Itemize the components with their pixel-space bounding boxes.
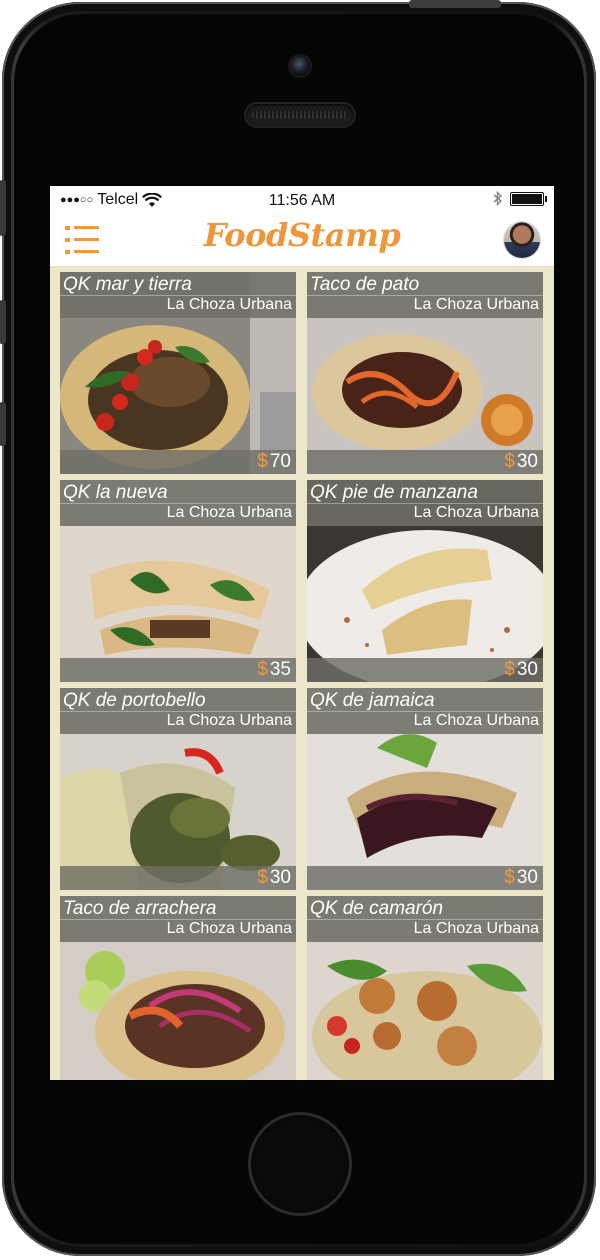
product-card[interactable]: QK de camarón La Choza Urbana [307, 896, 543, 1080]
restaurant-name: La Choza Urbana [413, 920, 539, 937]
volume-down-button [0, 402, 6, 446]
restaurant-name: La Choza Urbana [166, 296, 292, 313]
product-card[interactable]: QK mar y tierra La Choza Urbana $70 [60, 272, 296, 474]
restaurant-name: La Choza Urbana [413, 296, 539, 313]
item-price: $30 [504, 451, 538, 473]
price-bar: $70 [60, 450, 296, 474]
battery-icon [510, 191, 547, 206]
product-card[interactable]: Taco de pato La Choza Urbana $30 [307, 272, 543, 474]
status-bar: ●●●○○ Telcel 11:56 AM [50, 186, 554, 214]
currency-symbol: $ [504, 659, 515, 680]
app-logo: FoodStamp [203, 216, 401, 254]
mute-switch [0, 180, 6, 236]
item-title: QK de camarón [310, 898, 444, 919]
price-value: 30 [269, 867, 291, 888]
price-value: 30 [516, 659, 538, 680]
product-card[interactable]: QK pie de manzana La Choza Urbana $30 [307, 480, 543, 682]
item-title: Taco de pato [310, 274, 420, 295]
currency-symbol: $ [257, 659, 268, 680]
front-camera [290, 56, 310, 76]
item-title: Taco de arrachera [63, 898, 217, 919]
item-title: QK de portobello [63, 690, 206, 711]
status-time: 11:56 AM [268, 192, 336, 209]
restaurant-name: La Choza Urbana [166, 712, 292, 729]
volume-up-button [0, 300, 6, 344]
bluetooth-icon [493, 191, 502, 206]
card-header: QK la nueva La Choza Urbana [60, 480, 296, 526]
product-card[interactable]: QK de portobello La Choza Urbana $30 [60, 688, 296, 890]
card-header: QK de jamaica La Choza Urbana [307, 688, 543, 734]
price-value: 70 [269, 451, 291, 472]
restaurant-name: La Choza Urbana [413, 504, 539, 521]
card-header: QK pie de manzana La Choza Urbana [307, 480, 543, 526]
card-header: QK de camarón La Choza Urbana [307, 896, 543, 942]
item-title: QK la nueva [63, 482, 168, 503]
product-card[interactable]: QK de jamaica La Choza Urbana $30 [307, 688, 543, 890]
item-title: QK pie de manzana [310, 482, 478, 503]
item-price: $30 [257, 867, 291, 889]
price-value: 30 [516, 867, 538, 888]
price-bar: $30 [307, 658, 543, 682]
card-header: Taco de arrachera La Choza Urbana [60, 896, 296, 942]
price-value: 35 [269, 659, 291, 680]
price-bar: $30 [307, 450, 543, 474]
power-button [409, 0, 501, 8]
currency-symbol: $ [504, 867, 515, 888]
user-avatar[interactable] [504, 222, 540, 258]
item-price: $30 [504, 867, 538, 889]
restaurant-name: La Choza Urbana [413, 712, 539, 729]
card-header: QK de portobello La Choza Urbana [60, 688, 296, 734]
earpiece-speaker [246, 104, 354, 126]
card-header: QK mar y tierra La Choza Urbana [60, 272, 296, 318]
price-bar: $30 [307, 866, 543, 890]
price-bar: $35 [60, 658, 296, 682]
item-price: $30 [504, 659, 538, 681]
item-price: $35 [257, 659, 291, 681]
price-bar: $30 [60, 866, 296, 890]
item-title: QK de jamaica [310, 690, 435, 711]
product-grid: QK mar y tierra La Choza Urbana $70 Taco… [50, 266, 554, 1080]
product-card[interactable]: QK la nueva La Choza Urbana $35 [60, 480, 296, 682]
nav-bar: FoodStamp [50, 214, 554, 267]
status-right [493, 191, 547, 206]
currency-symbol: $ [257, 867, 268, 888]
restaurant-name: La Choza Urbana [166, 504, 292, 521]
currency-symbol: $ [257, 451, 268, 472]
restaurant-name: La Choza Urbana [166, 920, 292, 937]
currency-symbol: $ [504, 451, 515, 472]
home-button[interactable] [248, 1112, 352, 1216]
product-card[interactable]: Taco de arrachera La Choza Urbana [60, 896, 296, 1080]
price-value: 30 [516, 451, 538, 472]
app-screen: ●●●○○ Telcel 11:56 AM FoodStamp QK mar y… [50, 186, 554, 1080]
item-price: $70 [257, 451, 291, 473]
item-title: QK mar y tierra [63, 274, 192, 295]
card-header: Taco de pato La Choza Urbana [307, 272, 543, 318]
